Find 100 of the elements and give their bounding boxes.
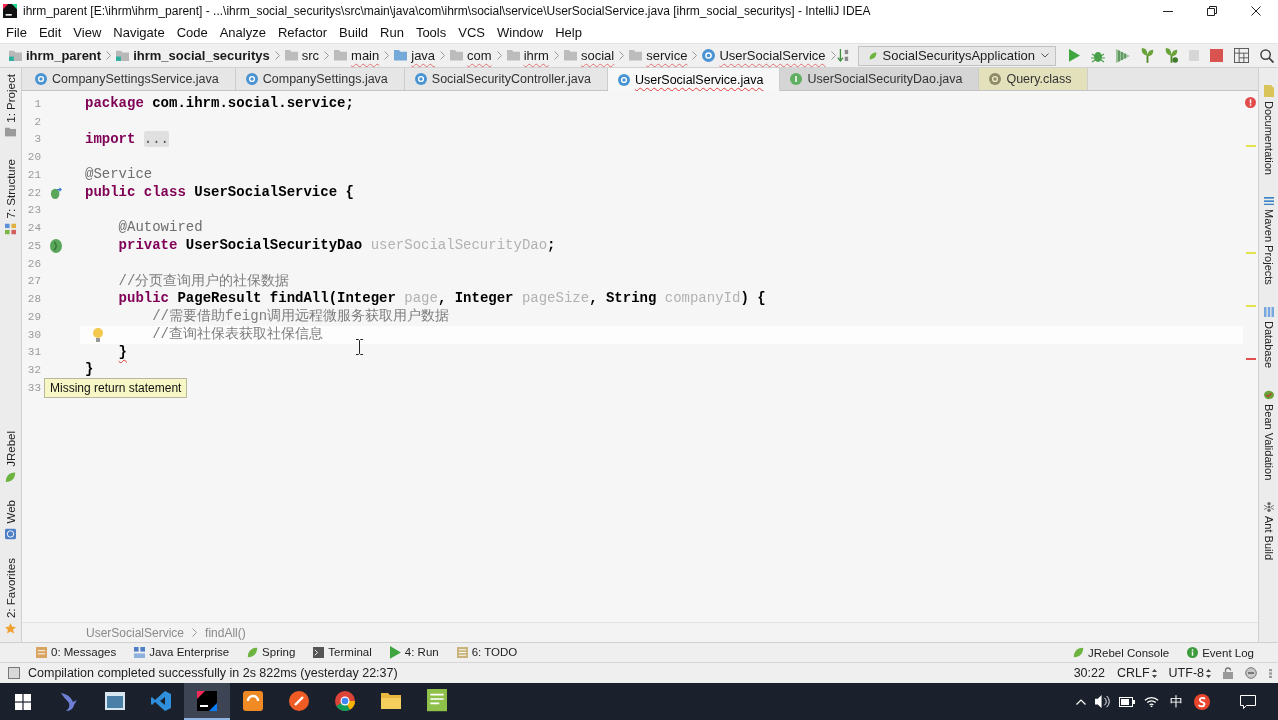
menu-item[interactable]: Run [374, 24, 410, 41]
breadcrumb-item[interactable]: ihrm [505, 45, 550, 66]
menu-item[interactable]: Help [549, 24, 588, 41]
tool-window-button[interactable]: Java Enterprise [128, 645, 236, 660]
bean-icon[interactable] [50, 238, 62, 253]
menu-item[interactable]: Code [170, 24, 214, 41]
tool-window-button[interactable]: JRebel [0, 428, 21, 485]
run-configuration-dropdown[interactable]: SocialSecuritysApplication [857, 45, 1056, 66]
module-icon [116, 49, 130, 62]
browser-icon [335, 690, 355, 711]
breadcrumb-item[interactable]: src [283, 45, 321, 66]
line-number: 20 [26, 151, 41, 164]
menu-item[interactable]: File [0, 24, 33, 41]
tool-window-button[interactable]: Documentation [1259, 83, 1278, 177]
input-language-button[interactable]: 中 [1168, 692, 1185, 711]
tool-window-button[interactable]: Database [1259, 305, 1278, 371]
info-icon [1187, 647, 1199, 658]
menu-item[interactable]: Tools [409, 24, 453, 41]
chevron-up-icon[interactable] [1076, 698, 1086, 705]
breadcrumb-item[interactable]: social [562, 45, 616, 66]
menu-item[interactable]: VCS [452, 24, 491, 41]
structure-icon [5, 223, 16, 235]
breadcrumb-item[interactable]: com [449, 45, 493, 66]
class-icon [35, 73, 47, 85]
menu-item[interactable]: Refactor [271, 24, 334, 41]
close-icon[interactable] [1251, 6, 1261, 16]
breadcrumb-item[interactable]: service [628, 45, 689, 66]
line-separator-selector[interactable]: CRLF [1116, 666, 1157, 680]
code-line: //需要借助feign调用远程微服务获取用户数据 [152, 308, 450, 326]
breadcrumb-item[interactable]: ihrm_parent [8, 45, 103, 66]
bird-icon [59, 690, 79, 711]
grid-icon[interactable] [1234, 48, 1249, 63]
sprout-icon[interactable] [1141, 48, 1154, 63]
line-number: 32 [26, 364, 41, 377]
editor-tab[interactable]: UserSocialSecurityDao.java [780, 68, 980, 90]
lock-icon[interactable] [1223, 667, 1233, 679]
breadcrumb-item[interactable]: ihrm_social_securitys [115, 45, 271, 66]
editor-tab[interactable]: UserSocialService.java [607, 68, 781, 91]
tool-window-button[interactable]: Spring [241, 645, 302, 660]
tool-window-button[interactable]: 1: Project [0, 72, 21, 139]
line-number: 31 [26, 346, 41, 359]
breadcrumb-item[interactable]: UserSocialService [701, 45, 827, 66]
stack-icon [1263, 197, 1274, 206]
panel-toggle-icon[interactable] [8, 667, 20, 679]
globe-icon [5, 528, 16, 540]
wifi-icon[interactable] [1144, 695, 1159, 708]
menu-item[interactable]: Navigate [107, 24, 171, 41]
class-icon [414, 73, 427, 85]
input-method-icon[interactable] [1194, 693, 1210, 710]
menu-item[interactable]: Analyze [213, 24, 272, 41]
breadcrumb-item[interactable]: main [333, 45, 381, 66]
tool-window-button[interactable]: 2: Favorites [0, 555, 21, 636]
tool-window-button[interactable]: Web [0, 498, 21, 542]
minus-circle-icon[interactable] [1245, 667, 1257, 679]
tool-window-button[interactable]: Bean Validation [1259, 388, 1278, 483]
tool-window-button[interactable]: JRebel Console [1067, 645, 1176, 660]
error-tooltip: Missing return statement [44, 378, 188, 398]
folder-icon [284, 50, 298, 61]
tool-window-button[interactable]: Maven Projects [1259, 195, 1278, 288]
sprout-bug-icon[interactable] [1165, 48, 1178, 63]
circle-app-icon [289, 690, 309, 711]
play-icon[interactable] [1069, 49, 1080, 62]
class-icon [245, 73, 258, 85]
windows-logo-icon[interactable] [15, 693, 31, 710]
caret-position[interactable]: 30:22 [1073, 666, 1105, 680]
menu-item[interactable]: Window [490, 24, 550, 41]
encoding-selector[interactable]: UTF-8 [1168, 666, 1211, 680]
menu-item[interactable]: Build [333, 24, 374, 41]
tile-icon [243, 690, 263, 711]
taskbar-button[interactable] [184, 683, 230, 720]
bulb-icon[interactable] [93, 327, 103, 342]
tool-window-button[interactable]: 6: TODO [450, 645, 524, 660]
tool-window-button[interactable]: Event Log [1181, 645, 1260, 660]
tool-window-button[interactable]: 0: Messages [30, 645, 123, 660]
notification-icon[interactable] [1240, 694, 1256, 709]
search-icon[interactable] [1260, 48, 1274, 63]
folder-icon [506, 50, 520, 61]
error-stripe-mark[interactable] [1245, 358, 1256, 361]
restore-icon[interactable] [1207, 6, 1217, 16]
breadcrumb-item[interactable]: java [393, 45, 437, 66]
app-logo-icon [3, 4, 17, 18]
tool-window-button[interactable]: Ant Build [1259, 500, 1278, 563]
sort-icon[interactable] [836, 48, 849, 63]
menu-item[interactable]: Edit [32, 24, 68, 41]
class-file-icon [989, 73, 1002, 85]
battery-icon[interactable] [1119, 696, 1135, 707]
striped-play-icon[interactable] [1116, 48, 1130, 63]
line-number: 3 [33, 133, 41, 146]
minimize-icon[interactable] [1163, 10, 1173, 12]
editor-tab[interactable]: Query.class [979, 68, 1089, 90]
class-icon [702, 49, 716, 62]
error-icon[interactable] [1245, 97, 1256, 108]
leaf-icon [247, 647, 259, 658]
grip-icon[interactable] [1269, 668, 1272, 678]
menu-item[interactable]: View [67, 24, 108, 41]
leaf-icon [1073, 647, 1084, 658]
speaker-icon[interactable] [1095, 694, 1110, 709]
tool-window-button[interactable]: 7: Structure [0, 156, 21, 237]
tool-window-button[interactable]: Terminal [307, 645, 378, 660]
tool-window-button[interactable]: 4: Run [383, 645, 445, 660]
